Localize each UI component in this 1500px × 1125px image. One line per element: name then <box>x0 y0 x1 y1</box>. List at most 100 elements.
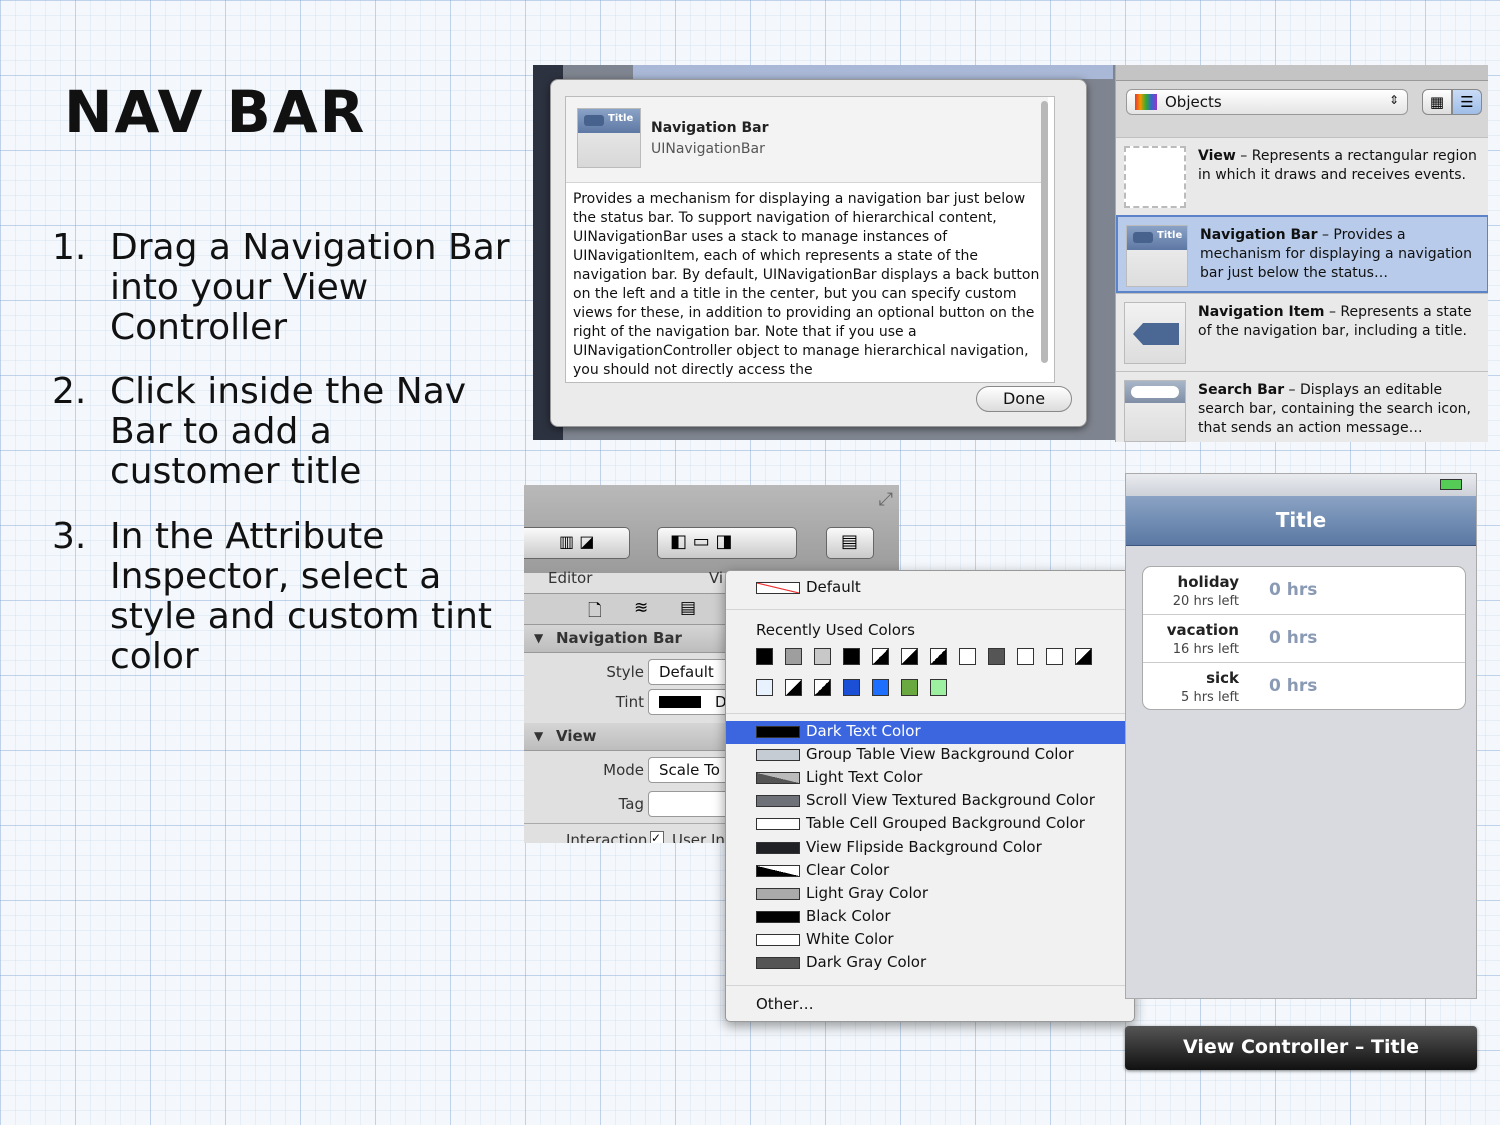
row-subtitle: 5 hrs left <box>1181 690 1239 705</box>
menu-item-label: View Flipside Background Color <box>806 837 1042 856</box>
table-row[interactable]: vacation 16 hrs left 0 hrs <box>1143 615 1465 663</box>
recent-color-swatch[interactable] <box>959 648 976 665</box>
menu-item-color[interactable]: View Flipside Background Color <box>726 837 1134 860</box>
user-interaction-label: User In <box>672 831 725 843</box>
library-item-view[interactable]: View – Represents a rectangular region i… <box>1116 137 1488 215</box>
recent-color-swatch[interactable] <box>756 648 773 665</box>
row-subtitle: 20 hrs left <box>1172 594 1239 609</box>
recent-color-swatch[interactable] <box>1046 648 1063 665</box>
popover-scrollbar[interactable] <box>1041 101 1048 363</box>
menu-item-color[interactable]: Clear Color <box>726 860 1134 883</box>
grid-view-button[interactable]: ▦ <box>1422 89 1452 115</box>
recent-color-swatch[interactable] <box>1017 648 1034 665</box>
editor-label: Editor <box>548 569 593 587</box>
object-library-panel: Objects ⇕ ▦ ☰ View – Represents a rectan… <box>1115 65 1488 442</box>
expand-icon[interactable]: ⤢ <box>879 489 893 510</box>
menu-item-color[interactable]: Dark Gray Color <box>726 952 1134 975</box>
recent-color-swatch[interactable] <box>814 679 831 696</box>
menu-item-color[interactable]: Table Cell Grouped Background Color <box>726 813 1134 836</box>
popover-header: Title Navigation Bar UINavigationBar <box>566 97 1048 183</box>
library-item-search-bar[interactable]: Search Bar – Displays an editable search… <box>1116 371 1488 442</box>
navigation-bar-icon: Title <box>1126 225 1188 287</box>
recent-color-swatch[interactable] <box>872 679 889 696</box>
row-title: vacation <box>1166 621 1239 639</box>
identity-inspector-icon[interactable]: ▤ <box>680 598 696 618</box>
navigation-bar[interactable]: Title <box>1126 496 1476 546</box>
user-interaction-checkbox[interactable]: ✓ <box>650 831 664 843</box>
recent-color-swatch[interactable] <box>988 648 1005 665</box>
layout-icons: ◧ ▭ ◨ <box>670 531 733 552</box>
back-arrow-shape <box>1133 323 1179 345</box>
slide-title: NAV BAR <box>64 78 367 146</box>
color-swatch <box>756 749 800 762</box>
menu-separator <box>726 609 1134 610</box>
menu-item-color[interactable]: Light Gray Color <box>726 883 1134 906</box>
back-button-icon <box>1133 232 1153 243</box>
style-label: Style <box>606 663 644 681</box>
library-item-navigation-bar[interactable]: Title Navigation Bar – Provides a mechan… <box>1116 215 1488 293</box>
inspector-toolbar: ⤢ ▥ ◪ ◧ ▭ ◨ ▤ Editor Vi <box>524 485 899 587</box>
object-info-popover: Title Navigation Bar UINavigationBar Pro… <box>550 79 1087 427</box>
menu-item-color[interactable]: Group Table View Background Color <box>726 744 1134 767</box>
quick-help-icon[interactable]: ≋ <box>634 598 648 618</box>
menu-item-label: Group Table View Background Color <box>806 745 1074 764</box>
menu-item-label: Default <box>806 578 861 596</box>
search-bar-icon <box>1124 380 1186 442</box>
recent-color-swatch[interactable] <box>843 648 860 665</box>
color-swatch <box>756 726 800 738</box>
library-item-navigation-item[interactable]: Navigation Item – Represents a state of … <box>1116 293 1488 371</box>
editor-segment[interactable]: ▥ ◪ <box>524 527 630 559</box>
library-item-text: Navigation Item – Represents a state of … <box>1198 303 1482 341</box>
back-button-icon <box>584 115 604 126</box>
xcode-canvas-screenshot: Title Navigation Bar UINavigationBar Pro… <box>533 65 1115 440</box>
list-view-button[interactable]: ☰ <box>1452 89 1482 115</box>
status-bar <box>1126 474 1476 496</box>
menu-item-other[interactable]: Other… <box>726 994 1134 1017</box>
recent-color-swatch[interactable] <box>1075 648 1092 665</box>
step-text: Click inside the Nav Bar to add a custom… <box>110 371 467 492</box>
menu-item-color[interactable]: Scroll View Textured Background Color <box>726 790 1134 813</box>
library-filter-select[interactable]: Objects ⇕ <box>1126 89 1408 115</box>
recent-color-swatch[interactable] <box>843 679 860 696</box>
thumbnail-nav-bar: Title <box>1127 226 1187 250</box>
menu-item-color[interactable]: Black Color <box>726 906 1134 929</box>
recent-color-swatch[interactable] <box>814 648 831 665</box>
row-value: 0 hrs <box>1269 628 1318 648</box>
recent-color-swatch[interactable] <box>901 679 918 696</box>
menu-item-label: Clear Color <box>806 860 890 879</box>
recent-color-swatch[interactable] <box>785 679 802 696</box>
menu-item-color[interactable]: Light Text Color <box>726 767 1134 790</box>
recent-color-swatch[interactable] <box>756 679 773 696</box>
grid-icon: ▦ <box>1429 93 1445 111</box>
library-item-title: Navigation Bar <box>1200 227 1318 243</box>
table-row[interactable]: sick 5 hrs left 0 hrs <box>1143 663 1465 709</box>
recent-color-swatch[interactable] <box>930 648 947 665</box>
color-swatch <box>756 864 800 877</box>
objects-icon <box>1135 94 1157 110</box>
interaction-label: Interaction <box>566 831 648 843</box>
disclosure-triangle-icon: ▼ <box>534 729 544 743</box>
menu-item-color[interactable]: White Color <box>726 929 1134 952</box>
color-swatch <box>756 933 800 946</box>
menu-item-default[interactable]: Default <box>726 577 1134 600</box>
organizer-button[interactable]: ▤ <box>826 527 874 559</box>
recent-color-swatch[interactable] <box>901 648 918 665</box>
library-toolbar <box>1116 65 1488 81</box>
file-inspector-icon[interactable]: 🗋 <box>588 598 602 627</box>
step-1: 1. Drag a Navigation Bar into your View … <box>52 228 512 348</box>
recent-color-swatch[interactable] <box>872 648 889 665</box>
table-row[interactable]: holiday 20 hrs left 0 hrs <box>1143 567 1465 615</box>
library-item-text: View – Represents a rectangular region i… <box>1198 147 1482 185</box>
navigation-item-icon <box>1124 302 1186 364</box>
color-swatch <box>756 841 800 854</box>
step-number: 1. <box>52 227 87 268</box>
view-controller-label-bar[interactable]: View Controller – Title <box>1125 1026 1477 1070</box>
done-button[interactable]: Done <box>976 386 1072 412</box>
row-subtitle: 16 hrs left <box>1172 642 1239 657</box>
menu-item-color[interactable]: Dark Text Color <box>726 721 1134 744</box>
recent-color-swatch[interactable] <box>930 679 947 696</box>
recent-color-swatch[interactable] <box>785 648 802 665</box>
tint-swatch <box>659 696 701 708</box>
color-swatch <box>756 957 800 969</box>
view-segment[interactable]: ◧ ▭ ◨ <box>657 527 797 559</box>
